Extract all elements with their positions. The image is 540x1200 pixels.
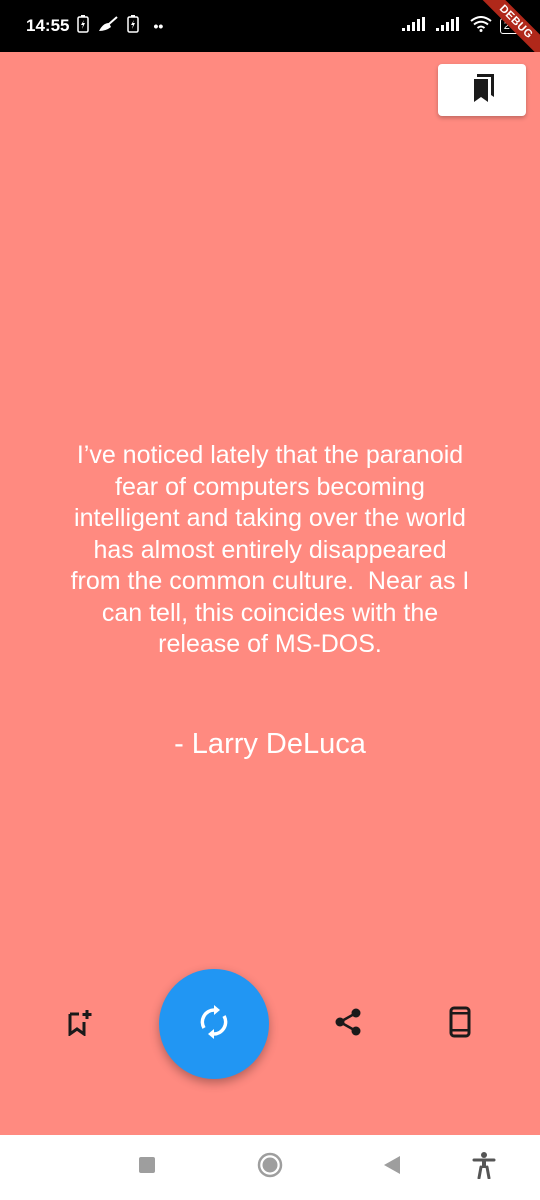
accessibility-icon — [472, 1151, 496, 1184]
accessibility-button[interactable] — [466, 1149, 502, 1185]
phone-view-button[interactable] — [440, 1004, 480, 1044]
battery-charging-icon — [127, 14, 140, 38]
circle-icon — [257, 1152, 283, 1183]
back-button[interactable] — [374, 1149, 410, 1185]
recents-button[interactable] — [129, 1149, 165, 1185]
wifi-icon — [470, 15, 492, 37]
refresh-icon — [196, 1004, 232, 1045]
status-bar: 14:55 •• 27 DEBUG — [0, 0, 540, 52]
phone-icon — [449, 1006, 471, 1043]
quote-text: I’ve noticed lately that the paranoid fe… — [70, 441, 470, 658]
bookmark-add-icon — [67, 1008, 93, 1041]
bookmarks-icon — [469, 73, 495, 108]
signal-icon — [401, 16, 428, 36]
broom-icon — [97, 15, 119, 38]
status-left: 14:55 •• — [26, 0, 163, 52]
add-bookmark-button[interactable] — [60, 1004, 100, 1044]
home-button[interactable] — [252, 1149, 288, 1185]
share-icon — [333, 1007, 363, 1042]
share-button[interactable] — [328, 1004, 368, 1044]
square-icon — [138, 1156, 156, 1179]
quote-author: - Larry DeLuca — [174, 728, 366, 760]
more-notifications-icon: •• — [153, 18, 164, 34]
refresh-quote-button[interactable] — [159, 969, 269, 1079]
back-triangle-icon — [383, 1155, 401, 1180]
battery-charging-icon — [77, 14, 90, 38]
system-nav-bar — [0, 1135, 540, 1200]
status-time: 14:55 — [26, 16, 70, 35]
saved-quotes-button[interactable] — [438, 64, 526, 116]
signal-icon — [435, 16, 462, 36]
